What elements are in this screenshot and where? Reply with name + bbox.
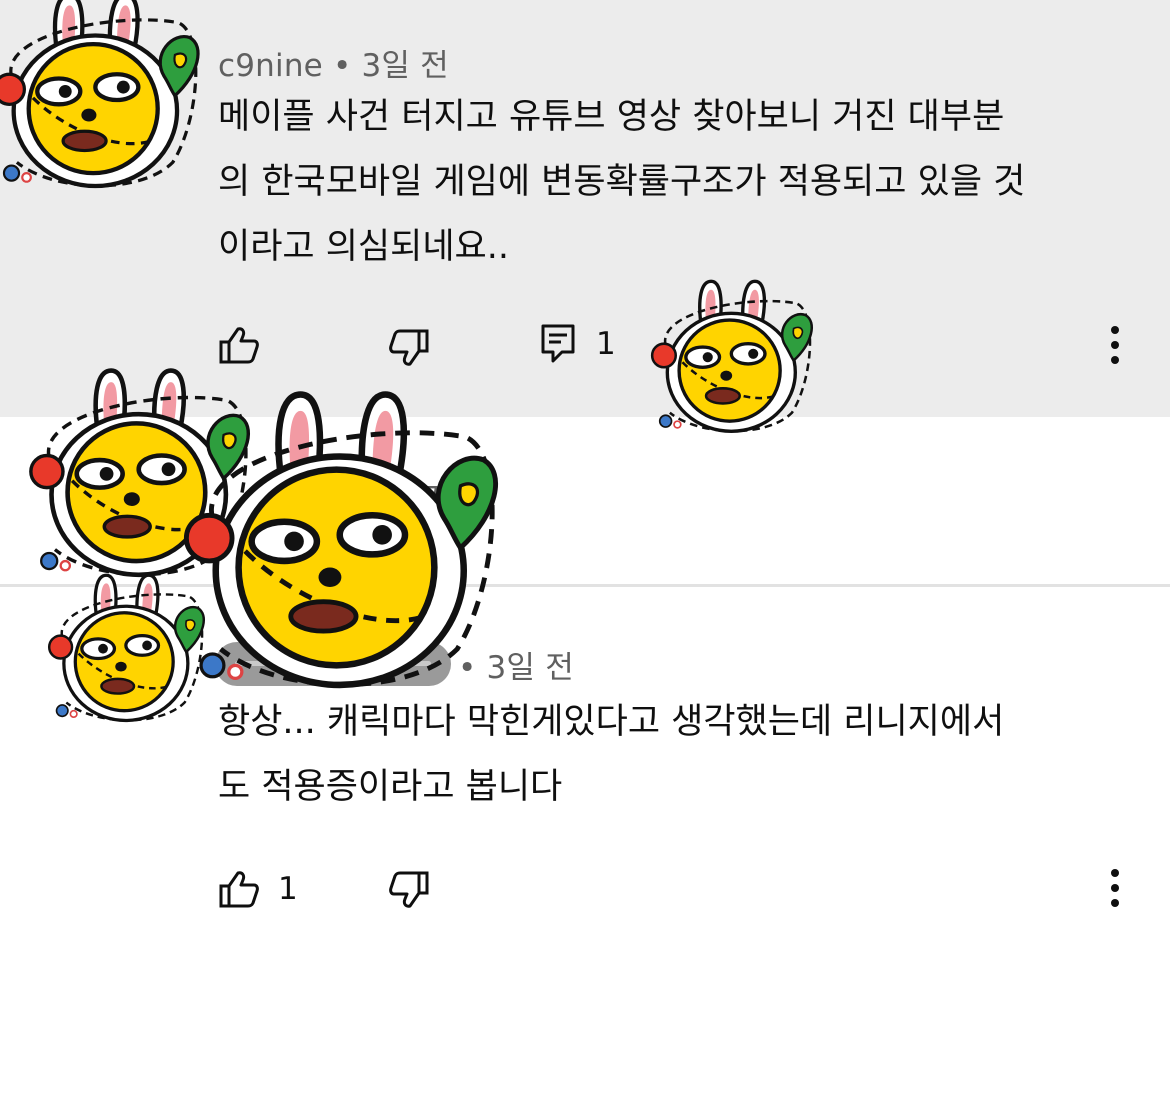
comment-line: 항상... 캐릭마다 막힌게있다고 생각했는데 리니지에서 — [218, 702, 1005, 742]
comment-menu-button[interactable] — [1105, 869, 1125, 909]
like-button[interactable]: 1 — [218, 869, 298, 909]
like-count: 1 — [278, 871, 298, 907]
kakao-rabbit-sticker-icon — [178, 388, 508, 698]
comment-line: 메이플 사건 터지고 유튜브 영상 찾아보니 거진 대부분 — [218, 97, 1005, 137]
reply-button[interactable]: 1 — [540, 323, 616, 365]
reply-count: 1 — [596, 326, 616, 362]
comment-line: 도 적용증이라고 봅니다 — [218, 767, 563, 807]
comment-line: 의 한국모바일 게임에 변동확률구조가 적용되고 있을 것 — [218, 162, 1026, 202]
thumbs-down-icon — [389, 871, 429, 908]
kakao-rabbit-sticker-icon — [648, 278, 818, 438]
like-button[interactable] — [218, 325, 260, 365]
comment-time: 3일 전 — [361, 48, 449, 84]
thumbs-up-icon — [219, 327, 259, 364]
dislike-button[interactable] — [388, 870, 430, 910]
kakao-rabbit-avatar-icon[interactable] — [0, 0, 205, 195]
meta-separator: • — [332, 48, 352, 84]
comment-line: 이라고 의심되네요.. — [218, 227, 509, 267]
more-vertical-icon — [1111, 326, 1119, 334]
comment-body: 항상... 캐릭마다 막힌게있다고 생각했는데 리니지에서 도 적용증이라고 봅… — [218, 690, 1004, 820]
thumbs-down-icon — [389, 329, 429, 366]
comment-meta: c9nine • 3일 전 — [218, 40, 449, 85]
thumbs-up-icon — [219, 871, 259, 908]
more-vertical-icon — [1111, 869, 1119, 877]
comment-body: 메이플 사건 터지고 유튜브 영상 찾아보니 거진 대부분 의 한국모바일 게임… — [218, 85, 1025, 280]
comment-author[interactable]: c9nine — [218, 48, 323, 84]
reply-comment-icon — [541, 324, 575, 363]
comment-menu-button[interactable] — [1105, 326, 1125, 366]
dislike-button[interactable] — [388, 328, 430, 368]
